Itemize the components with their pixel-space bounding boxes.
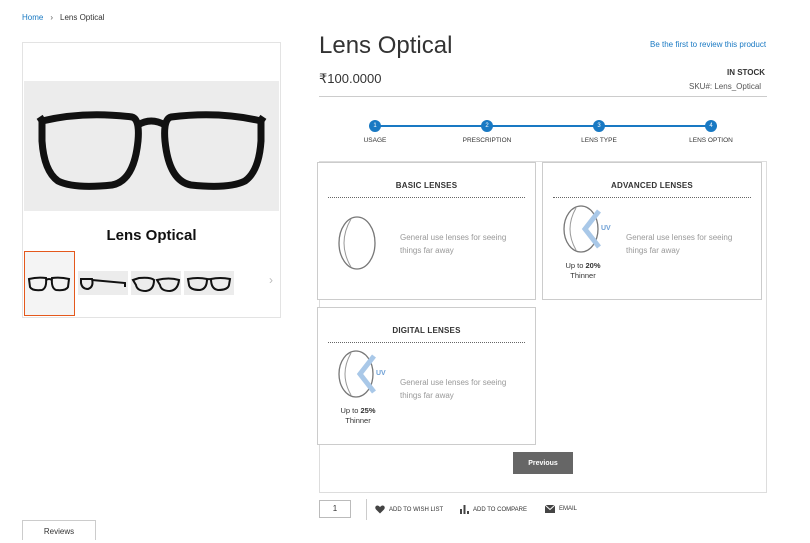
step-3-label: LENS TYPE [581, 137, 617, 144]
gallery-title: Lens Optical [106, 227, 197, 244]
thumbnail-glasses-back [186, 277, 232, 292]
thin-suffix: Thinner [570, 271, 596, 280]
product-sku: SKU#: Lens_Optical [689, 82, 761, 91]
breadcrumb-current: Lens Optical [60, 13, 105, 22]
gallery-thumbnail-3[interactable] [131, 271, 181, 295]
thin-value: 25% [360, 406, 376, 415]
lens-option-title: DIGITAL LENSES [392, 326, 461, 335]
stock-status: IN STOCK [727, 68, 766, 77]
chevron-right-icon[interactable]: › [269, 273, 273, 287]
description-line-1: General use lenses for seeing [400, 233, 507, 242]
description-line-1: General use lenses for seeing [400, 378, 507, 387]
uv-label: UV [376, 370, 386, 377]
bar-chart-icon [460, 505, 469, 514]
quantity-input[interactable]: 1 [319, 500, 351, 518]
compare-label: ADD TO COMPARE [473, 506, 528, 513]
thumbnail-glasses-angle [131, 276, 181, 293]
main-product-image[interactable] [24, 81, 279, 211]
thinner-label: Up to 20% Thinner [558, 261, 608, 281]
review-link[interactable]: Be the first to review this product [650, 40, 766, 49]
uv-label: UV [601, 225, 611, 232]
email-link[interactable]: EMAIL [545, 505, 577, 513]
lens-option-advanced[interactable]: ADVANCED LENSES UV Up to 20% Thinner Gene… [542, 162, 762, 300]
add-to-compare-link[interactable]: ADD TO COMPARE [460, 505, 527, 514]
card-divider [328, 197, 525, 198]
thumbnail-glasses-side [80, 278, 126, 291]
lens-option-description: General use lenses for seeing things far … [400, 376, 506, 402]
breadcrumb: Home › Lens Optical [22, 13, 104, 22]
gallery-thumbnail-2[interactable] [78, 271, 128, 295]
lens-option-title: ADVANCED LENSES [611, 181, 693, 190]
thumbnail-glasses-front [25, 252, 73, 314]
thin-prefix: Up to [565, 261, 584, 270]
gallery-thumbnail-1[interactable] [24, 251, 75, 316]
breadcrumb-separator: › [50, 13, 54, 22]
sku-value: Lens_Optical [714, 82, 762, 91]
lens-icon [338, 216, 376, 270]
previous-button[interactable]: Previous [513, 452, 573, 474]
step-3-dot[interactable]: 3 [593, 120, 605, 132]
lens-option-title: BASIC LENSES [395, 181, 458, 190]
card-divider [328, 342, 525, 343]
lens-option-digital[interactable]: DIGITAL LENSES UV Up to 25% Thinner Gener… [317, 307, 536, 445]
divider [319, 96, 767, 97]
step-1-label: USAGE [363, 137, 387, 144]
email-label: EMAIL [559, 506, 578, 512]
tab-reviews[interactable]: Reviews [22, 520, 96, 540]
gallery-thumbnail-4[interactable] [184, 271, 234, 295]
heart-icon [375, 505, 385, 514]
step-1-dot[interactable]: 1 [369, 120, 381, 132]
lens-option-description: General use lenses for seeing things far … [626, 231, 732, 257]
thin-suffix: Thinner [345, 416, 371, 425]
product-title: Lens Optical [319, 32, 453, 59]
lens-option-description: General use lenses for seeing things far … [400, 231, 506, 257]
card-divider [553, 197, 751, 198]
breadcrumb-home-link[interactable]: Home [22, 13, 43, 22]
thinner-label: Up to 25% Thinner [333, 406, 383, 426]
thin-prefix: Up to [340, 406, 359, 415]
thin-value: 20% [585, 261, 601, 270]
glasses-image [36, 111, 267, 190]
description-line-2: things far away [400, 391, 454, 400]
description-line-2: things far away [626, 246, 680, 255]
sku-label: SKU#: [689, 82, 713, 91]
step-2-label: PRESCRIPTION [462, 137, 512, 144]
add-to-wishlist-link[interactable]: ADD TO WISH LIST [375, 505, 443, 514]
product-price: ₹100.0000 [319, 71, 382, 86]
envelope-icon [545, 505, 555, 513]
divider [366, 499, 367, 520]
progress-line [375, 125, 711, 127]
step-4-label: LENS OPTION [689, 137, 733, 144]
product-gallery: Lens Optical › [22, 42, 281, 318]
step-2-dot[interactable]: 2 [481, 120, 493, 132]
lens-option-basic[interactable]: BASIC LENSES General use lenses for seei… [317, 162, 536, 300]
description-line-2: things far away [400, 246, 454, 255]
description-line-1: General use lenses for seeing [626, 233, 733, 242]
wishlist-label: ADD TO WISH LIST [389, 506, 444, 513]
step-4-dot[interactable]: 4 [705, 120, 717, 132]
